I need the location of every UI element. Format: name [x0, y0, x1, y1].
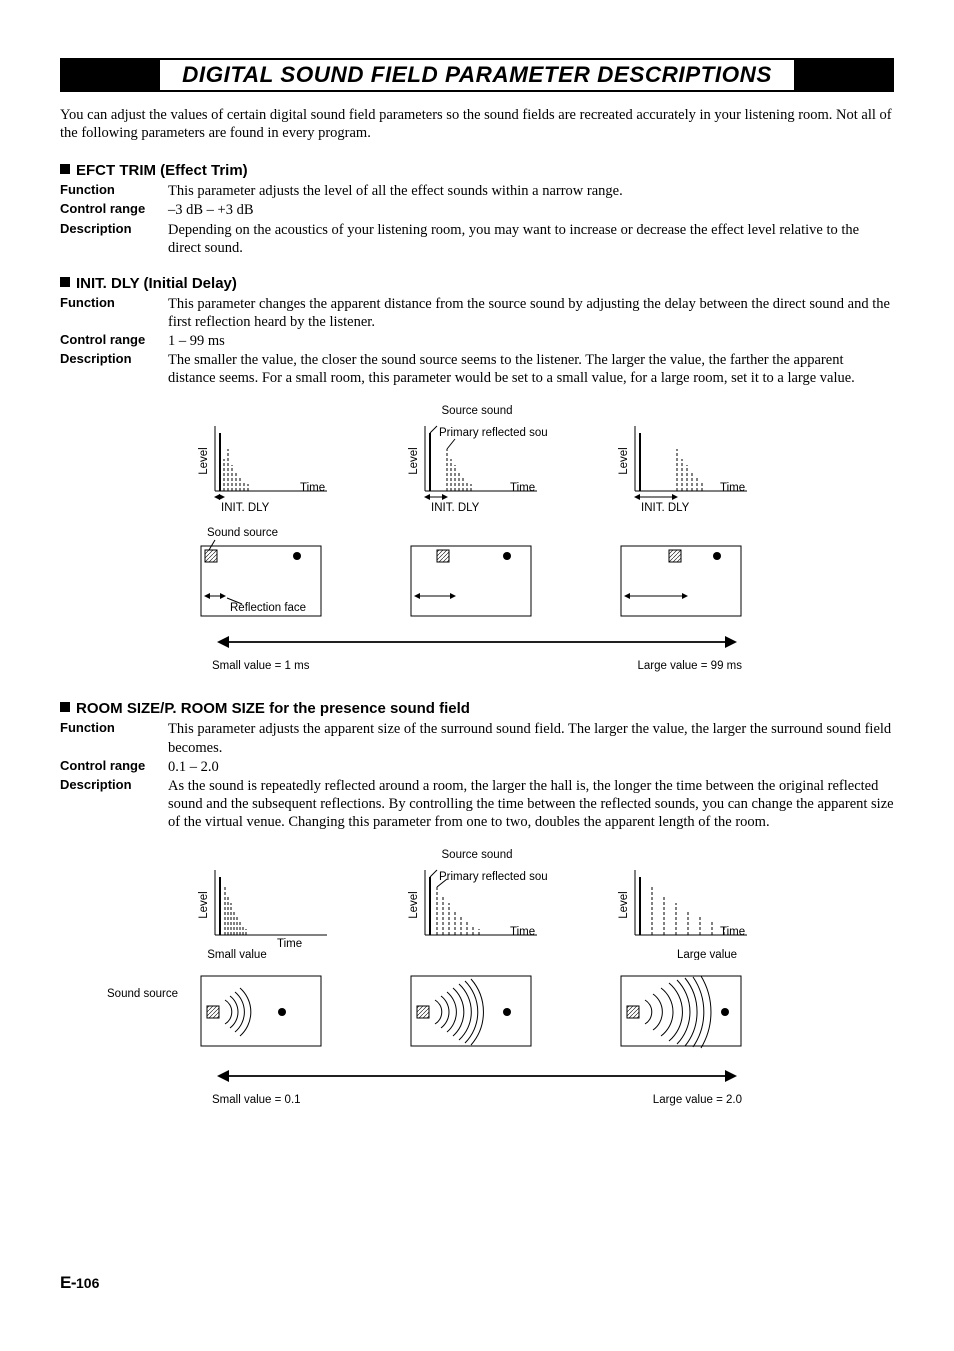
square-bullet-icon: [60, 277, 70, 287]
range-arrow: [212, 634, 742, 650]
sound-source-label: Sound source: [107, 988, 178, 1000]
init-dly-chart-1: Level Time INIT. DLY: [197, 421, 337, 516]
source-sound-label: Source sound: [442, 849, 513, 861]
value-function: This parameter adjusts the apparent size…: [168, 720, 894, 756]
large-value-caption: Large value = 2.0: [653, 1094, 742, 1106]
value-description: Depending on the acoustics of your liste…: [168, 221, 894, 257]
svg-text:Primary reflected sound: Primary reflected sound: [439, 871, 547, 883]
speaker-box-2: [407, 970, 547, 1060]
init-dly-chart-2: Level Time Primary reflected sound INIT.…: [407, 421, 547, 516]
page-number: E-106: [60, 1273, 99, 1293]
value-function: This parameter changes the apparent dist…: [168, 295, 894, 331]
label-description: Description: [60, 777, 160, 831]
svg-text:Time: Time: [510, 482, 535, 494]
square-bullet-icon: [60, 702, 70, 712]
heading-text: INIT. DLY (Initial Delay): [76, 275, 237, 292]
value-description: The smaller the value, the closer the so…: [168, 351, 894, 387]
label-description: Description: [60, 351, 160, 387]
svg-text:INIT. DLY: INIT. DLY: [431, 502, 480, 514]
svg-text:INIT. DLY: INIT. DLY: [221, 502, 270, 514]
label-function: Function: [60, 720, 160, 756]
svg-text:Reflection face: Reflection face: [230, 602, 306, 614]
intro-text: You can adjust the values of certain dig…: [60, 106, 894, 142]
title-box: DIGITAL SOUND FIELD PARAMETER DESCRIPTIO…: [160, 60, 794, 90]
value-range: 0.1 – 2.0: [168, 758, 894, 776]
param-table-roomsize: Function This parameter adjusts the appa…: [60, 720, 894, 831]
speaker-box-3: [617, 970, 757, 1060]
value-description: As the sound is repeatedly reflected aro…: [168, 777, 894, 831]
svg-text:Large value: Large value: [677, 949, 737, 960]
range-arrow-2: [212, 1068, 742, 1084]
roomsize-chart-1: Level Time Small value: [197, 865, 337, 960]
value-function: This parameter adjusts the level of all …: [168, 182, 894, 200]
svg-text:Sound source: Sound source: [207, 527, 278, 539]
svg-text:Small value: Small value: [207, 949, 266, 960]
svg-text:Level: Level: [408, 891, 420, 919]
label-range: Control range: [60, 201, 160, 219]
svg-text:Primary reflected sound: Primary reflected sound: [439, 427, 547, 439]
small-value-caption: Small value = 0.1: [212, 1094, 301, 1106]
svg-text:Level: Level: [198, 891, 210, 919]
label-function: Function: [60, 295, 160, 331]
svg-text:Time: Time: [510, 926, 535, 938]
heading-text: EFCT TRIM (Effect Trim): [76, 162, 248, 179]
heading-text: ROOM SIZE/P. ROOM SIZE for the presence …: [76, 700, 470, 717]
diagram-init-dly: Source sound Level Time INIT. DLY: [60, 405, 894, 672]
svg-text:Time: Time: [300, 482, 325, 494]
room-box-1: Sound source Reflection face: [197, 526, 337, 626]
value-range: 1 – 99 ms: [168, 332, 894, 350]
label-range: Control range: [60, 758, 160, 776]
svg-text:Time: Time: [277, 938, 302, 950]
param-table-initdly: Function This parameter changes the appa…: [60, 295, 894, 388]
large-value-caption: Large value = 99 ms: [637, 660, 742, 672]
init-dly-chart-3: Level Time INIT. DLY: [617, 421, 757, 516]
label-function: Function: [60, 182, 160, 200]
source-sound-label: Source sound: [442, 405, 513, 417]
svg-text:Level: Level: [618, 448, 630, 476]
svg-text:INIT. DLY: INIT. DLY: [641, 502, 690, 514]
section-efct-trim: EFCT TRIM (Effect Trim): [60, 162, 894, 179]
svg-text:Level: Level: [618, 891, 630, 919]
label-description: Description: [60, 221, 160, 257]
room-box-3: [617, 526, 757, 626]
value-range: –3 dB – +3 dB: [168, 201, 894, 219]
label-range: Control range: [60, 332, 160, 350]
room-box-2: [407, 526, 547, 626]
diagram-room-size: Source sound Level Time Small value Leve…: [60, 849, 894, 1106]
speaker-box-1: [197, 970, 337, 1060]
roomsize-chart-2: Level Time Primary reflected sound: [407, 865, 547, 960]
param-table-efct: Function This parameter adjusts the leve…: [60, 182, 894, 257]
roomsize-chart-3: Level Time Large value: [617, 865, 757, 960]
title-bar: DIGITAL SOUND FIELD PARAMETER DESCRIPTIO…: [60, 58, 894, 92]
small-value-caption: Small value = 1 ms: [212, 660, 309, 672]
svg-text:Time: Time: [720, 482, 745, 494]
svg-text:Level: Level: [198, 448, 210, 476]
section-room-size: ROOM SIZE/P. ROOM SIZE for the presence …: [60, 700, 894, 717]
square-bullet-icon: [60, 164, 70, 174]
svg-text:Level: Level: [408, 448, 420, 476]
section-init-dly: INIT. DLY (Initial Delay): [60, 275, 894, 292]
page-title: DIGITAL SOUND FIELD PARAMETER DESCRIPTIO…: [182, 62, 772, 87]
